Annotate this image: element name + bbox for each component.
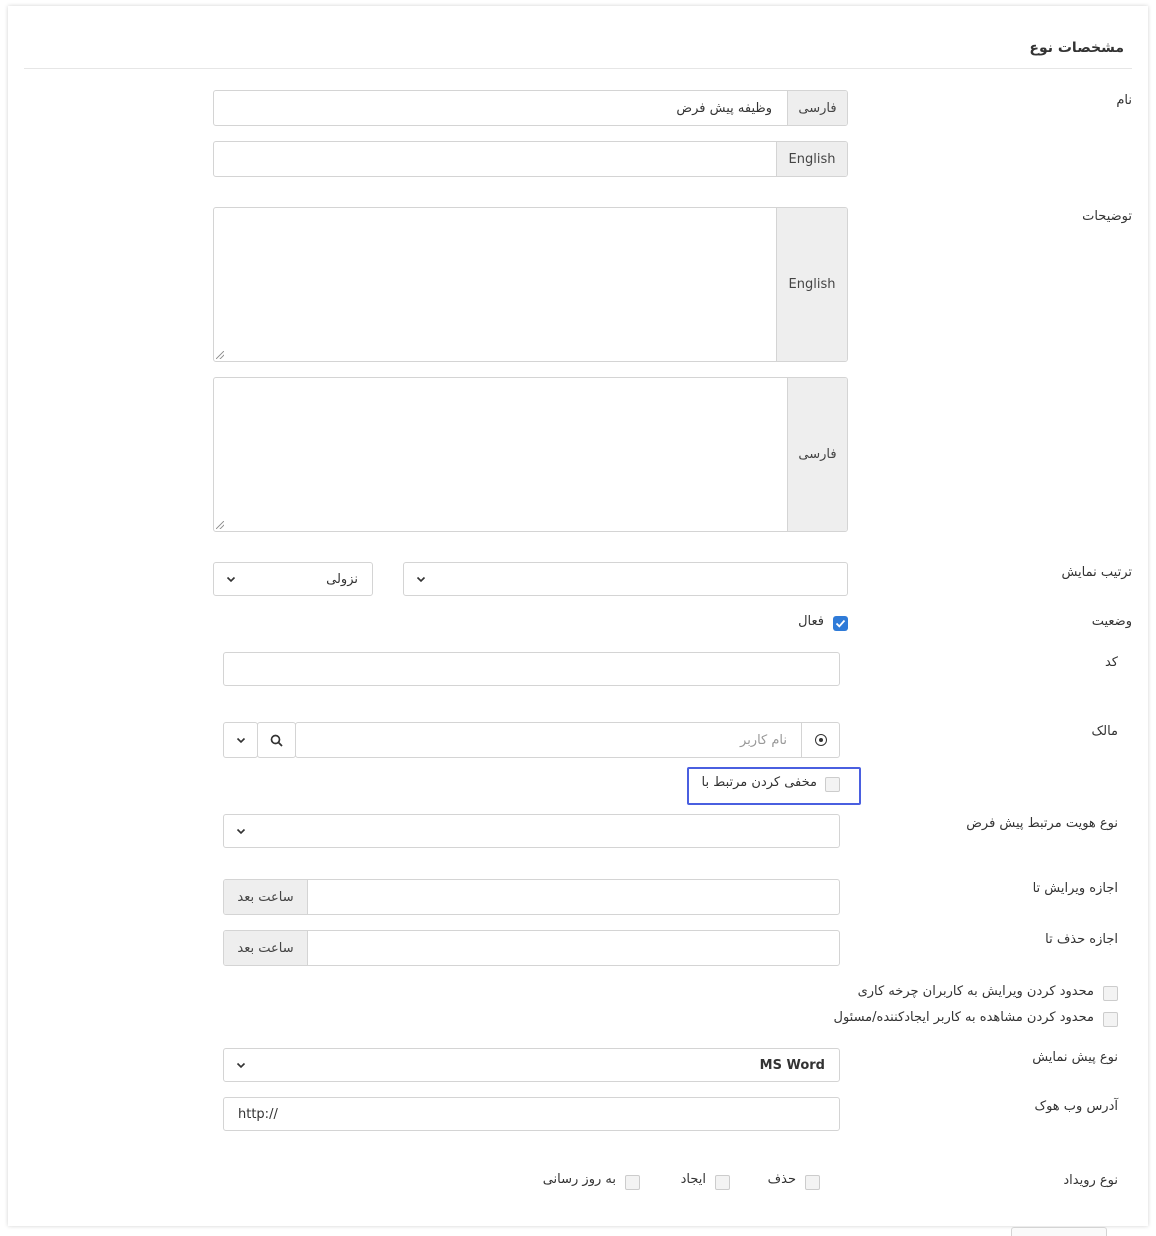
default-related-identity-label: نوع هویت مرتبط پیش فرض [966,816,1118,831]
active-label: فعال [798,614,824,629]
description-fa-textarea[interactable]: فارسی [213,377,848,532]
chevron-down-icon [236,1062,246,1069]
event-delete-label: حذف [767,1172,796,1187]
event-create-checkbox[interactable] [715,1175,730,1190]
display-order-direction-select[interactable]: نزولی [213,562,373,596]
section-title: مشخصات نوع [1029,40,1124,56]
name-fa-input[interactable]: فارسی وظیفه پیش فرض [213,90,848,126]
preview-type-label: نوع پیش نمایش [1032,1050,1118,1065]
status-label: وضعیت [1091,614,1132,629]
owner-placeholder: نام کاربر [740,732,787,748]
webhook-value: http:// [238,1106,278,1122]
edit-allowed-input[interactable]: ساعت بعد [223,879,840,915]
delete-allowed-input[interactable]: ساعت بعد [223,930,840,966]
name-label: نام [1116,93,1132,108]
event-delete-checkbox[interactable] [805,1175,820,1190]
chevron-down-icon [416,576,426,583]
chevron-down-icon [236,828,246,835]
delete-allowed-label: اجازه حذف تا [1045,932,1118,947]
edit-allowed-addon: ساعت بعد [224,880,308,914]
chevron-down-icon [236,737,246,744]
owner-label: مالک [1091,724,1118,739]
preview-type-select[interactable]: MS Word [223,1048,840,1082]
description-en-textarea[interactable]: English [213,207,848,362]
code-label: کد [1104,655,1118,670]
webhook-label: آدرس وب هوک [1034,1099,1118,1114]
hide-related-checkbox[interactable] [825,777,840,792]
name-en-addon: English [776,142,847,176]
restrict-view-checkbox[interactable] [1103,1012,1118,1027]
preview-type-value: MS Word [759,1057,825,1073]
display-order-direction-value: نزولی [326,571,358,587]
resize-handle-icon[interactable] [216,521,224,529]
type-properties-card: مشخصات نوع نام فارسی وظیفه پیش فرض Engli… [8,6,1148,1226]
restrict-view-label: محدود کردن مشاهده به کاربر ایجادکننده/مس… [833,1010,1095,1025]
active-checkbox[interactable] [833,616,848,631]
chevron-down-icon [226,576,236,583]
section-divider [24,68,1132,69]
delete-allowed-addon: ساعت بعد [224,931,308,965]
owner-search-button[interactable] [257,722,296,758]
check-icon [835,619,846,628]
event-type-label: نوع رویداد [1063,1173,1118,1188]
owner-input[interactable]: نام کاربر [295,722,840,758]
resize-handle-icon[interactable] [216,351,224,359]
name-en-input[interactable]: English [213,141,848,177]
hide-related-label: مخفی کردن مرتبط با [701,775,817,790]
name-fa-value: وظیفه پیش فرض [676,100,772,116]
target-icon [814,734,827,746]
owner-dropdown-button[interactable] [223,722,258,758]
default-related-identity-select[interactable] [223,814,840,848]
name-fa-addon: فارسی [787,91,847,125]
search-icon [270,734,283,747]
footer-button-partial[interactable] [1011,1227,1107,1236]
display-order-field-select[interactable] [403,562,848,596]
code-input[interactable] [223,652,840,686]
event-create-label: ایجاد [680,1172,706,1187]
description-en-addon: English [776,208,847,361]
description-label: توضیحات [1082,209,1132,224]
restrict-edit-label: محدود کردن ویرایش به کاربران چرخه کاری [857,984,1094,999]
edit-allowed-label: اجازه ویرایش تا [1032,881,1118,896]
event-update-checkbox[interactable] [625,1175,640,1190]
webhook-input[interactable]: http:// [223,1097,840,1131]
description-fa-addon: فارسی [787,378,847,531]
restrict-edit-checkbox[interactable] [1103,986,1118,1001]
display-order-label: ترتیب نمایش [1061,565,1132,580]
owner-target-button[interactable] [801,723,839,757]
event-update-label: به روز رسانی [542,1172,616,1187]
